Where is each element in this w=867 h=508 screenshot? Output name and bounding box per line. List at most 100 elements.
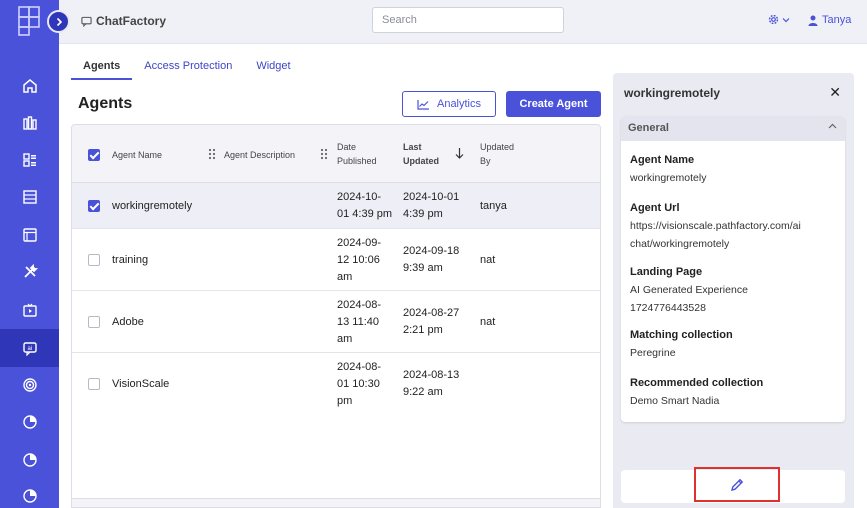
nav-grid[interactable] — [0, 141, 59, 179]
field-value-line2: chat/workingremotely — [630, 238, 730, 250]
nav-pie-3[interactable] — [0, 477, 59, 508]
nav-pie-1[interactable] — [0, 403, 59, 441]
svg-text:ai: ai — [27, 346, 32, 352]
field-value: Peregrine — [630, 347, 676, 359]
sidebar: ai — [0, 0, 59, 508]
last-updated-line1: 2024-08-13 — [403, 369, 460, 381]
drag-handle-icon[interactable] — [208, 148, 216, 160]
nav-window[interactable] — [0, 216, 59, 254]
user-menu[interactable]: Tanya — [808, 14, 851, 26]
edit-button[interactable] — [694, 467, 780, 502]
date-published-line2: 12 10:06 — [337, 254, 380, 266]
nav-home[interactable] — [0, 67, 59, 105]
top-bar: ChatFactory Tanya — [59, 0, 867, 44]
row-checkbox[interactable] — [88, 200, 100, 212]
tab-agents[interactable]: Agents — [71, 58, 133, 80]
header-date-published-line1: Date — [337, 142, 357, 152]
sidebar-expand-button[interactable] — [47, 10, 70, 33]
analytics-button[interactable]: Analytics — [402, 91, 496, 117]
grid-icon — [22, 153, 36, 167]
header-updated-by[interactable]: Updated By — [480, 140, 514, 168]
pie-icon — [22, 415, 37, 429]
date-published-line1: 2024-10- — [337, 191, 382, 203]
page-title: Agents — [78, 95, 133, 112]
last-updated: 2024-09-18 9:39 am — [403, 243, 459, 277]
table-row[interactable]: VisionScale 2024-08- 01 10:30 pm 2024-08… — [72, 353, 600, 415]
analytics-label: Analytics — [436, 98, 482, 110]
pie-icon — [22, 453, 37, 467]
tools-icon — [23, 264, 38, 278]
nav-chat[interactable]: ai — [0, 329, 59, 367]
agent-detail-panel: workingremotely ✕ General Agent Name wor… — [613, 73, 854, 508]
table-row[interactable]: workingremotely 2024-10- 01 4:39 pm 2024… — [72, 183, 600, 229]
date-published-line3: am — [337, 271, 353, 283]
pencil-icon — [731, 478, 744, 491]
select-all-checkbox[interactable] — [88, 149, 100, 161]
field-agent-name: Agent Name workingremotely — [630, 151, 706, 187]
edit-bar — [621, 467, 845, 503]
field-agent-url: Agent Url https://visionscale.pathfactor… — [630, 199, 801, 253]
header-agent-name[interactable]: Agent Name — [112, 148, 162, 162]
field-label: Agent Name — [630, 154, 695, 166]
field-value-line2: 1724776443528 — [630, 302, 706, 314]
tab-widget[interactable]: Widget — [244, 58, 302, 80]
nav-library[interactable] — [0, 104, 59, 142]
close-icon[interactable]: ✕ — [829, 84, 841, 101]
table-icon — [22, 190, 37, 204]
header-last-updated[interactable]: Last Updated — [403, 140, 439, 168]
header-agent-description[interactable]: Agent Description — [224, 148, 295, 162]
field-label: Agent Url — [630, 202, 680, 214]
search-input[interactable] — [372, 7, 564, 33]
sort-down-arrow-icon[interactable] — [455, 147, 464, 159]
window-icon — [22, 228, 37, 242]
chat-icon: ai — [22, 342, 37, 356]
last-updated-line1: 2024-10-01 — [403, 191, 460, 203]
chevron-down-icon — [782, 17, 790, 22]
nav-table[interactable] — [0, 178, 59, 216]
tab-access-protection[interactable]: Access Protection — [132, 58, 244, 80]
row-checkbox[interactable] — [88, 378, 100, 390]
date-published-line2: 01 10:30 — [337, 378, 380, 390]
general-section: General Agent Name workingremotely Agent… — [621, 116, 845, 422]
table-row[interactable]: Adobe 2024-08- 13 11:40 am 2024-08-27 2:… — [72, 291, 600, 353]
field-label: Matching collection — [630, 329, 733, 341]
updated-by: nat — [480, 316, 496, 328]
date-published-line3: pm — [337, 395, 353, 407]
nav-tools[interactable] — [0, 253, 59, 291]
drag-handle-icon[interactable] — [320, 148, 328, 160]
field-value-line1: https://visionscale.pathfactory.com/ai — [630, 220, 801, 232]
agent-name[interactable]: workingremotely — [112, 198, 192, 215]
field-value: Demo Smart Nadia — [630, 395, 720, 407]
chevron-up-icon — [828, 123, 837, 129]
agent-name[interactable]: training — [112, 252, 148, 269]
nav-video[interactable] — [0, 291, 59, 329]
tabs: Agents Access Protection Widget — [71, 58, 303, 80]
nav-target[interactable] — [0, 366, 59, 404]
table-header: Agent Name Agent Description Date Publis… — [72, 125, 600, 183]
updated-by: nat — [480, 254, 496, 266]
general-section-header[interactable]: General — [621, 116, 845, 141]
date-published-line1: 2024-08- — [337, 361, 382, 373]
agent-name[interactable]: VisionScale — [112, 376, 169, 393]
last-updated-line1: 2024-08-27 — [403, 307, 460, 319]
table-row[interactable]: training 2024-09- 12 10:06 am 2024-09-18… — [72, 229, 600, 291]
header-date-published[interactable]: Date Published — [337, 140, 377, 168]
field-value: workingremotely — [630, 172, 707, 184]
app-title-text: ChatFactory — [96, 14, 167, 28]
agent-name[interactable]: Adobe — [112, 314, 144, 331]
create-agent-button[interactable]: Create Agent — [506, 91, 601, 117]
row-checkbox[interactable] — [88, 254, 100, 266]
date-published: 2024-09- 12 10:06 am — [337, 235, 381, 286]
field-recommended-collection: Recommended collection Demo Smart Nadia — [630, 374, 763, 410]
date-published-line1: 2024-08- — [337, 299, 382, 311]
settings-menu[interactable] — [768, 14, 790, 25]
updated-by: tanya — [480, 200, 507, 212]
row-checkbox[interactable] — [88, 316, 100, 328]
date-published-line1: 2024-09- — [337, 237, 382, 249]
nav-pie-2[interactable] — [0, 441, 59, 479]
field-matching-collection: Matching collection Peregrine — [630, 326, 733, 362]
pathfactory-logo[interactable] — [18, 6, 44, 36]
section-title: General — [628, 122, 669, 134]
chat-icon — [81, 16, 92, 27]
date-published: 2024-08- 01 10:30 pm — [337, 359, 381, 410]
